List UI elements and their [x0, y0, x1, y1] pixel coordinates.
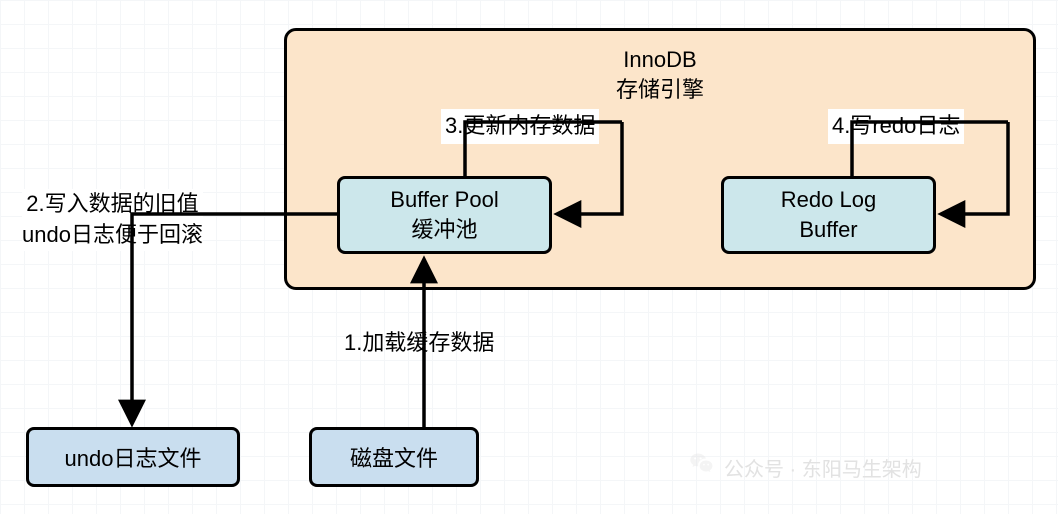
disk-file-box: 磁盘文件 — [309, 427, 479, 487]
wechat-icon — [688, 450, 716, 484]
buffer-pool-box: Buffer Pool 缓冲池 — [337, 176, 552, 254]
disk-file-label: 磁盘文件 — [350, 441, 438, 473]
watermark-text: 公众号 · 东阳马生架构 — [724, 453, 922, 482]
step1-label: 1.加载缓存数据 — [344, 328, 494, 359]
redo-log-line1: Redo Log — [781, 185, 876, 215]
step2-line2: undo日志便于回滚 — [22, 220, 203, 251]
undo-file-box: undo日志文件 — [26, 427, 240, 487]
buffer-pool-line2: 缓冲池 — [390, 215, 498, 245]
innodb-title-line1: InnoDB — [287, 45, 1033, 75]
step4-label: 4.写redo日志 — [828, 109, 964, 144]
redo-log-buffer-box: Redo Log Buffer — [721, 176, 936, 254]
buffer-pool-line1: Buffer Pool — [390, 185, 498, 215]
step2-line1: 2.写入数据的旧值 — [22, 189, 203, 220]
step3-label: 3.更新内存数据 — [441, 109, 599, 144]
step2-label: 2.写入数据的旧值 undo日志便于回滚 — [22, 189, 203, 251]
undo-file-label: undo日志文件 — [65, 441, 202, 473]
redo-log-line2: Buffer — [781, 215, 876, 245]
watermark: 公众号 · 东阳马生架构 — [688, 450, 922, 484]
innodb-title-line2: 存储引擎 — [287, 75, 1033, 105]
